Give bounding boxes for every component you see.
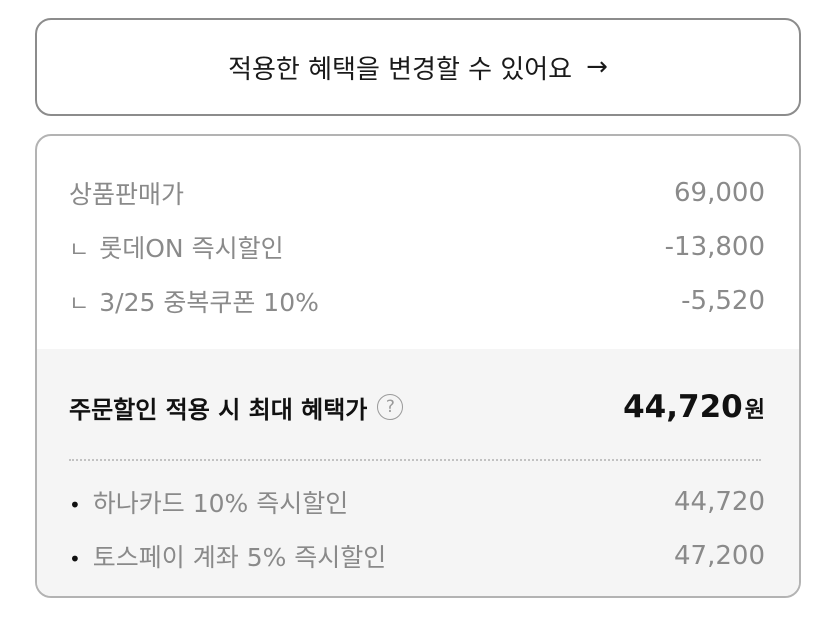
bullet-icon: • <box>69 547 81 571</box>
price-row-label: ㄴ 롯데ON 즉시할인 <box>69 229 284 265</box>
price-row-label-text: 롯데ON 즉시할인 <box>99 234 284 263</box>
price-row-instant-discount: ㄴ 롯데ON 즉시할인 -13,800 <box>69 220 765 274</box>
price-row-value: -5,520 <box>681 286 765 316</box>
card-discount-value: 44,720 <box>674 487 765 517</box>
price-row-coupon: ㄴ 3/25 중복쿠폰 10% -5,520 <box>69 274 765 328</box>
card-discount-value: 47,200 <box>674 541 765 571</box>
sub-item-prefix: ㄴ <box>69 238 90 263</box>
max-benefit-label: 주문할인 적용 시 최대 혜택가 ? <box>69 390 404 425</box>
price-row-label-text: 상품판매가 <box>69 180 185 209</box>
max-benefit-amount: 44,720 <box>623 389 743 425</box>
card-discount-label-text: 하나카드 10% 즉시할인 <box>92 489 349 518</box>
bullet-icon: • <box>69 493 81 517</box>
card-discount-label: • 하나카드 10% 즉시할인 <box>69 484 348 520</box>
max-benefit-section: 주문할인 적용 시 최대 혜택가 ? 44,720 원 • 하나카드 10% 즉시… <box>37 349 799 596</box>
price-row-value: 69,000 <box>674 178 765 208</box>
sub-item-prefix: ㄴ <box>69 292 90 317</box>
change-benefit-button[interactable]: 적용한 혜택을 변경할 수 있어요 → <box>35 18 801 116</box>
card-discount-row-tosspay: • 토스페이 계좌 5% 즉시할인 47,200 <box>69 529 765 583</box>
max-benefit-row: 주문할인 적용 시 최대 혜택가 ? 44,720 원 <box>69 349 765 459</box>
price-row-label: ㄴ 3/25 중복쿠폰 10% <box>69 283 319 319</box>
price-row-sale-price: 상품판매가 69,000 <box>69 166 765 220</box>
price-row-label: 상품판매가 <box>69 175 184 211</box>
card-discount-label: • 토스페이 계좌 5% 즉시할인 <box>69 538 386 574</box>
card-discount-row-hana: • 하나카드 10% 즉시할인 44,720 <box>69 475 765 529</box>
currency-unit: 원 <box>744 398 765 423</box>
help-icon[interactable]: ? <box>377 394 404 420</box>
card-discount-list: • 하나카드 10% 즉시할인 44,720 • 토스페이 계좌 5% 즉시할인 4… <box>69 461 765 583</box>
price-breakdown: 상품판매가 69,000 ㄴ 롯데ON 즉시할인 -13,800 ㄴ 3/25 중복… <box>37 136 799 349</box>
price-row-value: -13,800 <box>664 232 765 262</box>
price-card: 상품판매가 69,000 ㄴ 롯데ON 즉시할인 -13,800 ㄴ 3/25 중복… <box>35 134 801 598</box>
price-row-label-text: 3/25 중복쿠폰 10% <box>99 288 319 317</box>
arrow-right-icon: → <box>586 52 608 82</box>
max-benefit-price: 44,720 원 <box>623 389 765 425</box>
card-discount-label-text: 토스페이 계좌 5% 즉시할인 <box>92 543 387 572</box>
change-benefit-label: 적용한 혜택을 변경할 수 있어요 <box>228 54 573 85</box>
max-benefit-label-text: 주문할인 적용 시 최대 혜택가 <box>69 395 368 424</box>
